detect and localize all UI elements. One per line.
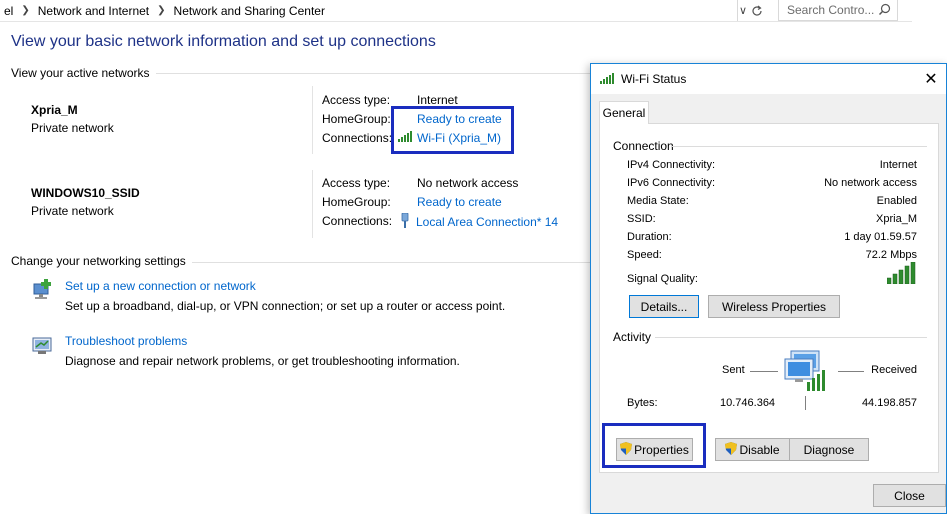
wireless-properties-button[interactable]: Wireless Properties	[708, 295, 840, 318]
search-input[interactable]: Search Contro...	[778, 0, 898, 21]
shield-icon	[725, 441, 738, 458]
access-type-value: Internet	[417, 93, 458, 107]
lan-connection-link[interactable]: Local Area Connection* 14	[400, 212, 558, 231]
vertical-divider	[312, 86, 313, 154]
breadcrumb[interactable]: el ❯ Network and Internet ❯ Network and …	[0, 0, 738, 21]
close-button[interactable]: Close	[873, 484, 946, 507]
disable-button[interactable]: Disable	[715, 438, 790, 461]
duration-label: Duration:	[627, 231, 672, 243]
task-new-connection[interactable]: Set up a new connection or network Set u…	[31, 279, 505, 313]
task-troubleshoot[interactable]: Troubleshoot problems Diagnose and repai…	[31, 334, 460, 368]
activity-divider	[805, 396, 806, 410]
search-icon[interactable]	[878, 3, 891, 19]
connections-label: Connections:	[322, 214, 393, 228]
activity-line	[750, 371, 778, 372]
task-description: Set up a broadband, dial-up, or VPN conn…	[65, 299, 506, 313]
connections-label: Connections:	[322, 131, 393, 145]
network-computers-icon	[783, 349, 831, 396]
search-placeholder: Search Contro...	[787, 3, 875, 17]
ipv6-label: IPv6 Connectivity:	[627, 177, 716, 189]
speed-value: 72.2 Mbps	[865, 249, 917, 261]
bytes-received-value: 44.198.857	[861, 397, 917, 409]
dialog-title: Wi-Fi Status	[621, 72, 687, 86]
signal-strength-icon	[886, 261, 917, 287]
homegroup-link[interactable]: Ready to create	[417, 195, 502, 209]
ssid-value: Xpria_M	[876, 213, 917, 225]
activity-line	[838, 371, 864, 372]
address-bar: el ❯ Network and Internet ❯ Network and …	[0, 0, 912, 22]
troubleshoot-icon	[31, 334, 55, 358]
homegroup-label: HomeGroup:	[322, 112, 391, 126]
breadcrumb-item-sharing-center[interactable]: Network and Sharing Center	[170, 4, 329, 18]
ipv4-label: IPv4 Connectivity:	[627, 159, 716, 171]
highlight-box	[391, 106, 514, 154]
wifi-signal-icon	[600, 72, 616, 87]
duration-value: 1 day 01.59.57	[844, 231, 917, 243]
wifi-status-dialog: Wi-Fi Status ✕ General Connection IPv4 C…	[590, 63, 947, 514]
ssid-label: SSID:	[627, 213, 656, 225]
task-title-link[interactable]: Set up a new connection or network	[65, 279, 505, 293]
bytes-label: Bytes:	[627, 397, 658, 409]
ipv6-value: No network access	[824, 177, 917, 189]
group-divider	[655, 337, 927, 338]
homegroup-label: HomeGroup:	[322, 195, 391, 209]
network-name: WINDOWS10_SSID	[31, 186, 140, 200]
media-state-value: Enabled	[876, 195, 917, 207]
received-label: Received	[871, 364, 917, 376]
diagnose-button[interactable]: Diagnose	[789, 438, 869, 461]
details-button[interactable]: Details...	[629, 295, 699, 318]
speed-label: Speed:	[627, 249, 662, 261]
chevron-right-icon[interactable]: ❯	[153, 5, 169, 16]
section-divider	[192, 262, 590, 263]
network-setup-icon	[31, 279, 55, 303]
media-state-label: Media State:	[627, 195, 689, 207]
network-category: Private network	[31, 121, 114, 135]
signal-quality-label: Signal Quality:	[627, 273, 698, 285]
breadcrumb-item-network-internet[interactable]: Network and Internet	[34, 4, 153, 18]
access-type-label: Access type:	[322, 176, 391, 190]
breadcrumb-item-control-panel[interactable]: el	[0, 4, 17, 18]
section-divider	[156, 73, 590, 74]
page-title: View your basic network information and …	[11, 33, 436, 50]
chevron-right-icon[interactable]: ❯	[17, 5, 33, 16]
refresh-icon[interactable]	[747, 0, 767, 21]
ipv4-value: Internet	[879, 159, 917, 171]
tab-panel-general: Connection IPv4 Connectivity: Internet I…	[599, 123, 939, 473]
connection-group-label: Connection	[613, 139, 674, 153]
network-name: Xpria_M	[31, 103, 78, 117]
highlight-box	[602, 423, 706, 468]
settings-heading: Change your networking settings	[11, 254, 186, 268]
activity-group-label: Activity	[613, 330, 652, 344]
close-icon[interactable]: ✕	[916, 64, 946, 94]
group-divider	[672, 146, 927, 147]
task-description: Diagnose and repair network problems, or…	[65, 354, 460, 368]
access-type-value: No network access	[417, 176, 519, 190]
network-category: Private network	[31, 204, 114, 218]
lan-connection-label[interactable]: Local Area Connection* 14	[416, 215, 558, 229]
tab-general[interactable]: General	[599, 101, 649, 124]
disable-button-label[interactable]: Disable	[739, 443, 779, 457]
vertical-divider	[312, 170, 313, 238]
bytes-sent-value: 10.746.364	[720, 397, 776, 409]
task-title-link[interactable]: Troubleshoot problems	[65, 334, 460, 348]
ethernet-icon	[400, 212, 410, 231]
sent-label: Sent	[722, 364, 745, 376]
access-type-label: Access type:	[322, 93, 391, 107]
dialog-titlebar[interactable]: Wi-Fi Status ✕	[591, 64, 946, 94]
active-networks-heading: View your active networks	[11, 66, 150, 80]
